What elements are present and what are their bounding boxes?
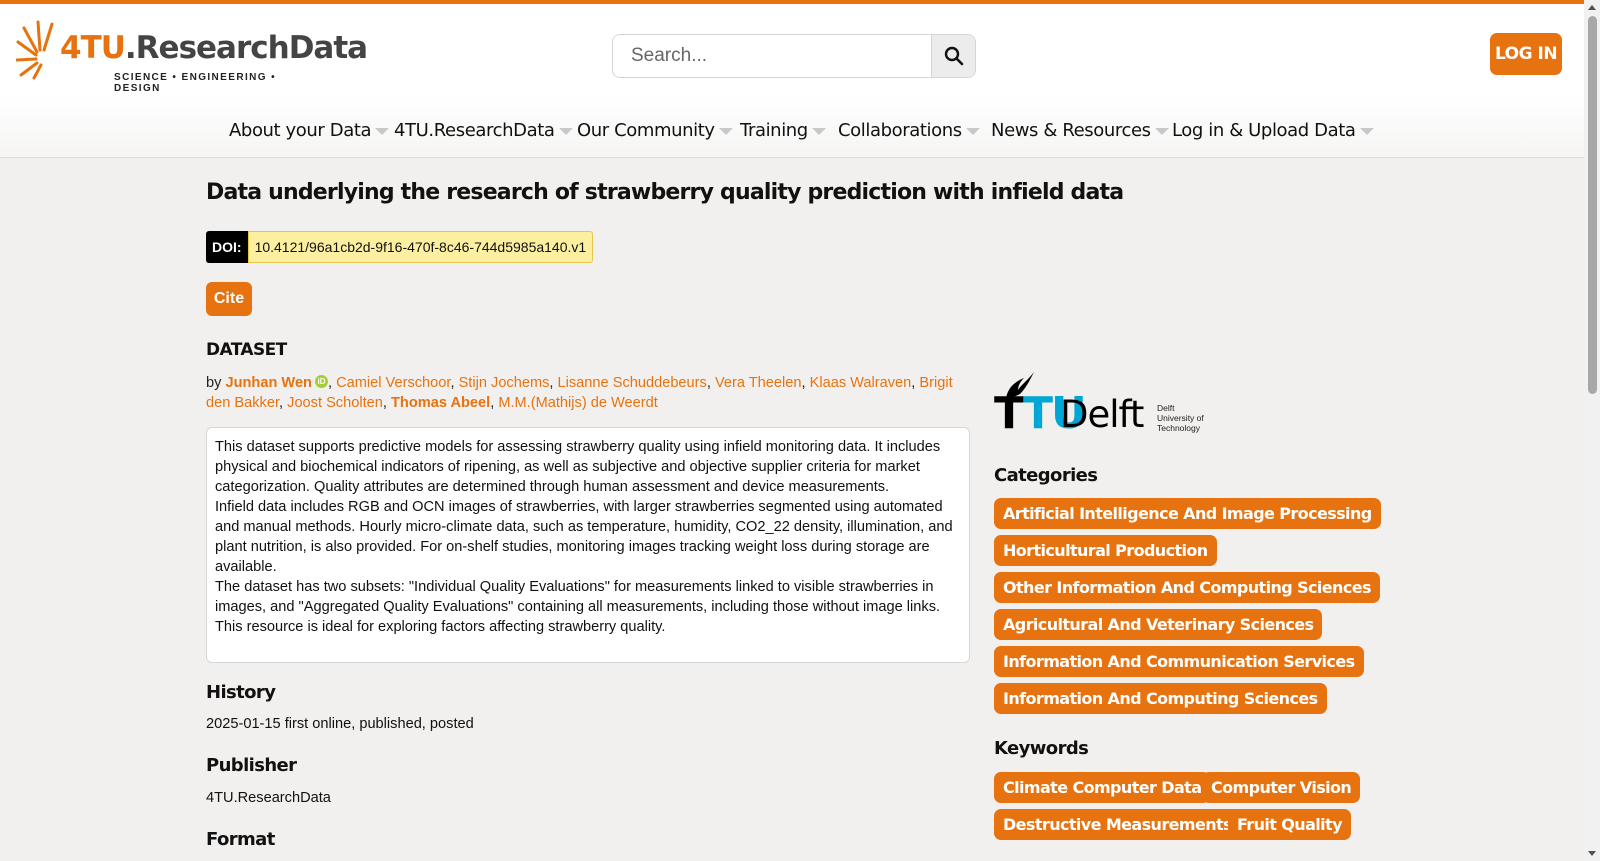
author-link[interactable]: Thomas Abeel (391, 395, 490, 411)
site-logo[interactable]: 4TU.ResearchData SCIENCE • ENGINEERING •… (16, 20, 368, 94)
nav-login-upload[interactable]: Log in & Upload Data (1172, 120, 1374, 141)
keyword-tag[interactable]: Fruit Quality (1228, 809, 1351, 840)
dataset-type: DATASET (206, 340, 287, 360)
scroll-down-arrow-icon[interactable] (1588, 851, 1596, 856)
category-tag[interactable]: Information And Communication Services (994, 646, 1364, 677)
categories-heading: Categories (994, 465, 1098, 486)
scrollbar-thumb[interactable] (1588, 16, 1597, 394)
category-tag[interactable]: Other Information And Computing Sciences (994, 572, 1380, 603)
doi-value[interactable]: 10.4121/96a1cb2d-9f16-470f-8c46-744d5985… (247, 231, 594, 263)
author-link[interactable]: Joost Scholten (287, 395, 383, 411)
keyword-tag[interactable]: Climate Computer Data (994, 772, 1211, 803)
orcid-icon[interactable]: iD (314, 375, 328, 388)
keyword-tag[interactable]: Computer Vision (1202, 772, 1361, 803)
delft-wordmark: Delft (1060, 393, 1144, 436)
logo-tagline: SCIENCE • ENGINEERING • DESIGN (114, 72, 276, 94)
doi-label: DOI: (206, 231, 248, 263)
caret-down-icon (965, 127, 980, 135)
nav-about-your-data[interactable]: About your Data (229, 120, 390, 141)
keyword-tag[interactable]: Destructive Measurements (994, 809, 1241, 840)
author-link[interactable]: Junhan Wen (225, 375, 312, 391)
page-scrollbar[interactable] (1584, 0, 1600, 861)
main-nav: About your Data 4TU.ResearchData Our Com… (0, 94, 1584, 158)
category-tag[interactable]: Information And Computing Sciences (994, 683, 1327, 714)
nav-4tu-researchdata[interactable]: 4TU.ResearchData (394, 120, 573, 141)
search-icon (944, 46, 963, 66)
dataset-title: Data underlying the research of strawber… (206, 180, 1124, 205)
scroll-up-arrow-icon[interactable] (1588, 5, 1596, 10)
search-box (612, 34, 976, 78)
author-link[interactable]: Vera Theelen (715, 375, 802, 391)
login-button[interactable]: LOG IN (1490, 33, 1562, 75)
institution-subtitle: Delft University of Technology (1157, 403, 1204, 433)
history-value: 2025-01-15 first online, published, post… (206, 716, 474, 732)
author-link[interactable]: M.M.(Mathijs) de Weerdt (498, 395, 657, 411)
author-link[interactable]: Camiel Verschoor (336, 375, 450, 391)
caret-down-icon (1359, 127, 1374, 135)
dataset-description: This dataset supports predictive models … (206, 427, 970, 663)
format-heading: Format (206, 829, 275, 850)
nav-our-community[interactable]: Our Community (577, 120, 733, 141)
site-header: 4TU.ResearchData SCIENCE • ENGINEERING •… (0, 4, 1584, 94)
nav-training[interactable]: Training (740, 120, 826, 141)
cite-button[interactable]: Cite (206, 282, 252, 316)
category-tag[interactable]: Artificial Intelligence And Image Proces… (994, 498, 1381, 529)
author-link[interactable]: Klaas Walraven (810, 375, 912, 391)
description-paragraph: Infield data includes RGB and OCN images… (215, 499, 953, 575)
caret-down-icon (558, 127, 573, 135)
description-paragraph: This dataset supports predictive models … (215, 439, 941, 495)
nav-collaborations[interactable]: Collaborations (838, 120, 980, 141)
caret-down-icon (375, 127, 390, 135)
description-paragraph: The dataset has two subsets: "Individual… (215, 579, 941, 635)
author-link[interactable]: Lisanne Schuddebeurs (558, 375, 707, 391)
history-heading: History (206, 682, 276, 703)
caret-down-icon (1154, 127, 1169, 135)
publisher-value: 4TU.ResearchData (206, 790, 331, 806)
category-tag[interactable]: Horticultural Production (994, 535, 1217, 566)
tu-delft-logo[interactable]: TTU Delft Delft University of Technology (994, 370, 1234, 440)
doi-badge[interactable]: DOI: 10.4121/96a1cb2d-9f16-470f-8c46-744… (206, 231, 594, 263)
search-button[interactable] (931, 35, 975, 77)
author-link[interactable]: Stijn Jochems (459, 375, 550, 391)
sunburst-logo-icon (16, 20, 54, 80)
publisher-heading: Publisher (206, 755, 297, 776)
caret-down-icon (811, 127, 826, 135)
nav-news-resources[interactable]: News & Resources (991, 120, 1169, 141)
search-input[interactable] (613, 35, 931, 77)
author-list: by Junhan Wen iD, Camiel Verschoor, Stijn… (206, 375, 953, 411)
logo-wordmark: 4TU.ResearchData (60, 30, 368, 66)
caret-down-icon (718, 127, 733, 135)
category-tag[interactable]: Agricultural And Veterinary Sciences (994, 609, 1323, 640)
keywords-heading: Keywords (994, 738, 1089, 759)
